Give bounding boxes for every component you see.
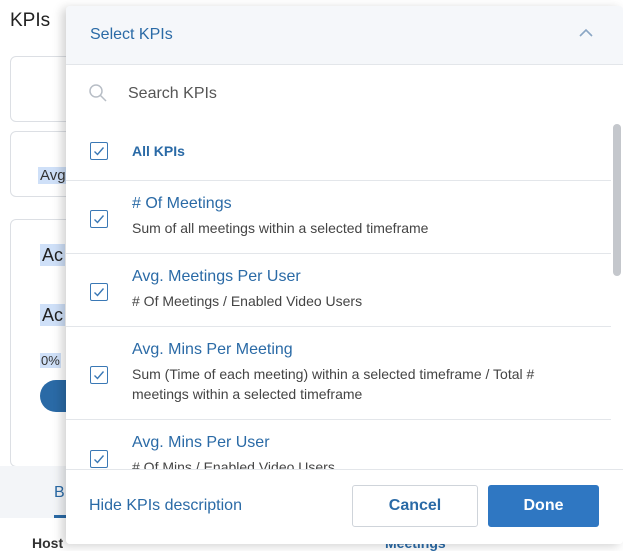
search-icon — [88, 83, 108, 103]
kpi-description: Sum of all meetings within a selected ti… — [132, 220, 429, 236]
kpi-label: Avg. Meetings Per User — [132, 268, 301, 285]
checkbox-of-meetings[interactable] — [90, 210, 108, 228]
kpi-label: # Of Meetings — [132, 195, 232, 212]
checkbox-avg-mins-per-meeting[interactable] — [90, 366, 108, 384]
kpi-label: All KPIs — [132, 143, 185, 159]
select-kpis-dropdown: Select KPIs All KPIs — [66, 6, 623, 544]
checkbox-avg-mins-per-user[interactable] — [90, 450, 108, 468]
dropdown-title: Select KPIs — [90, 26, 173, 43]
kpi-item-avg-mins-per-meeting[interactable]: Avg. Mins Per Meeting Sum (Time of each … — [66, 327, 611, 420]
kpi-label: Avg. Mins Per Meeting — [132, 341, 293, 358]
card-avg-label: Avg — [38, 167, 68, 184]
checkmark-icon — [94, 147, 105, 156]
kpi-item-all[interactable]: All KPIs — [66, 121, 611, 181]
chevron-up-icon[interactable] — [579, 26, 593, 40]
kpi-list: All KPIs # Of Meetings Sum of all meetin… — [66, 121, 611, 469]
done-button[interactable]: Done — [488, 485, 599, 527]
checkmark-icon — [94, 455, 105, 464]
card-label-1: Ac — [40, 244, 66, 266]
table-header-host: Host — [32, 535, 64, 551]
kpi-item-avg-meetings-per-user[interactable]: Avg. Meetings Per User # Of Meetings / E… — [66, 254, 611, 327]
dropdown-footer: Hide KPIs description Cancel Done — [66, 469, 623, 544]
kpi-label: Avg. Mins Per User — [132, 434, 270, 451]
checkmark-icon — [94, 288, 105, 297]
cancel-button[interactable]: Cancel — [352, 485, 478, 527]
kpi-description: # Of Meetings / Enabled Video Users — [132, 293, 363, 309]
kpi-item-avg-mins-per-user[interactable]: Avg. Mins Per User # Of Mins / Enabled V… — [66, 420, 611, 469]
tab-label[interactable]: B — [54, 484, 65, 502]
checkbox-all-kpis[interactable] — [90, 142, 108, 160]
checkmark-icon — [94, 215, 105, 224]
kpi-item-of-meetings[interactable]: # Of Meetings Sum of all meetings within… — [66, 181, 611, 254]
search-input[interactable] — [126, 79, 570, 109]
card-label-2: Ac — [40, 304, 66, 326]
kpi-description: Sum (Time of each meeting) within a sele… — [132, 366, 535, 402]
dropdown-header[interactable]: Select KPIs — [66, 6, 623, 65]
search-row — [66, 65, 623, 121]
card-percent: 0% — [40, 353, 61, 368]
kpi-description: # Of Mins / Enabled Video Users — [132, 459, 335, 469]
checkbox-avg-meetings-per-user[interactable] — [90, 283, 108, 301]
page-section-title: KPIs — [10, 10, 51, 31]
hide-kpis-description-link[interactable]: Hide KPIs description — [89, 497, 242, 515]
kpi-list-scrollbar[interactable] — [613, 124, 621, 276]
checkmark-icon — [94, 371, 105, 380]
